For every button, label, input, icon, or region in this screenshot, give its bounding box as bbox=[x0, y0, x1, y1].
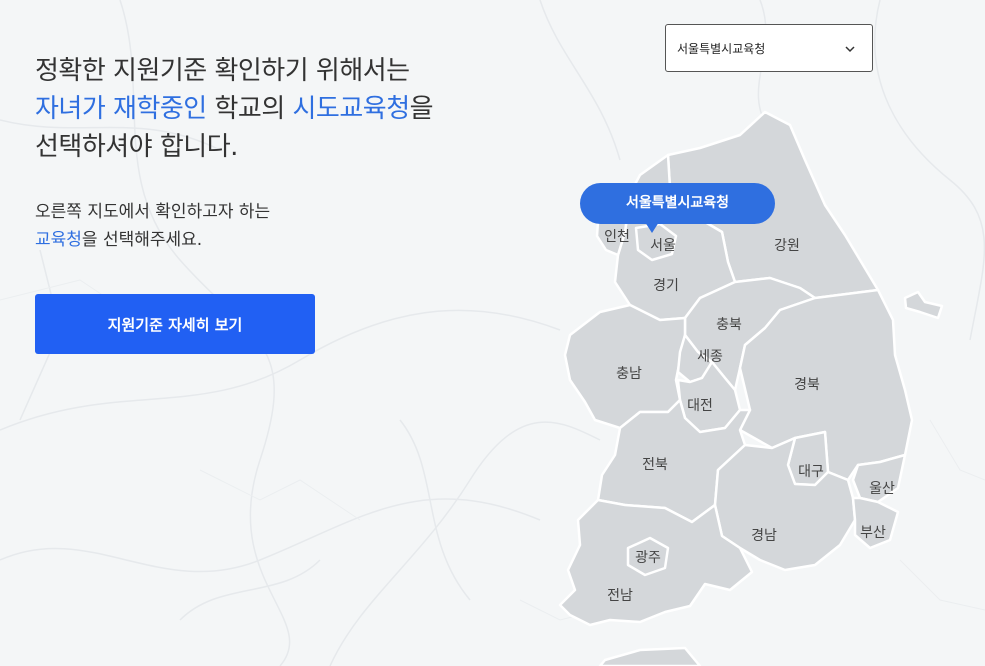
region-label-jeonnam[interactable]: 전남 bbox=[607, 585, 633, 605]
region-label-seoul[interactable]: 서울 bbox=[650, 235, 676, 255]
region-label-gwangju[interactable]: 광주 bbox=[635, 547, 661, 567]
region-label-gangwon[interactable]: 강원 bbox=[774, 235, 800, 255]
region-label-sejong[interactable]: 세종 bbox=[697, 346, 723, 366]
selected-region-bubble: 서울특별시교육청 bbox=[580, 183, 775, 224]
region-label-gyeongbuk[interactable]: 경북 bbox=[794, 374, 820, 394]
region-label-chungnam[interactable]: 충남 bbox=[616, 363, 642, 383]
selected-region-pointer bbox=[645, 222, 659, 233]
korea-region-map bbox=[558, 110, 944, 666]
region-ulleungdo[interactable] bbox=[903, 290, 944, 320]
region-label-daejeon[interactable]: 대전 bbox=[687, 395, 713, 415]
region-label-gyeongnam[interactable]: 경남 bbox=[751, 525, 777, 545]
region-label-chungbuk[interactable]: 충북 bbox=[716, 314, 742, 334]
region-label-incheon[interactable]: 인천 bbox=[604, 226, 630, 246]
region-label-daegu[interactable]: 대구 bbox=[798, 461, 824, 481]
region-label-busan[interactable]: 부산 bbox=[860, 522, 886, 542]
region-label-ulsan[interactable]: 울산 bbox=[869, 478, 895, 498]
region-label-jeonbuk[interactable]: 전북 bbox=[642, 454, 668, 474]
region-jeju[interactable] bbox=[598, 646, 702, 666]
region-label-gyeonggi[interactable]: 경기 bbox=[653, 275, 679, 295]
